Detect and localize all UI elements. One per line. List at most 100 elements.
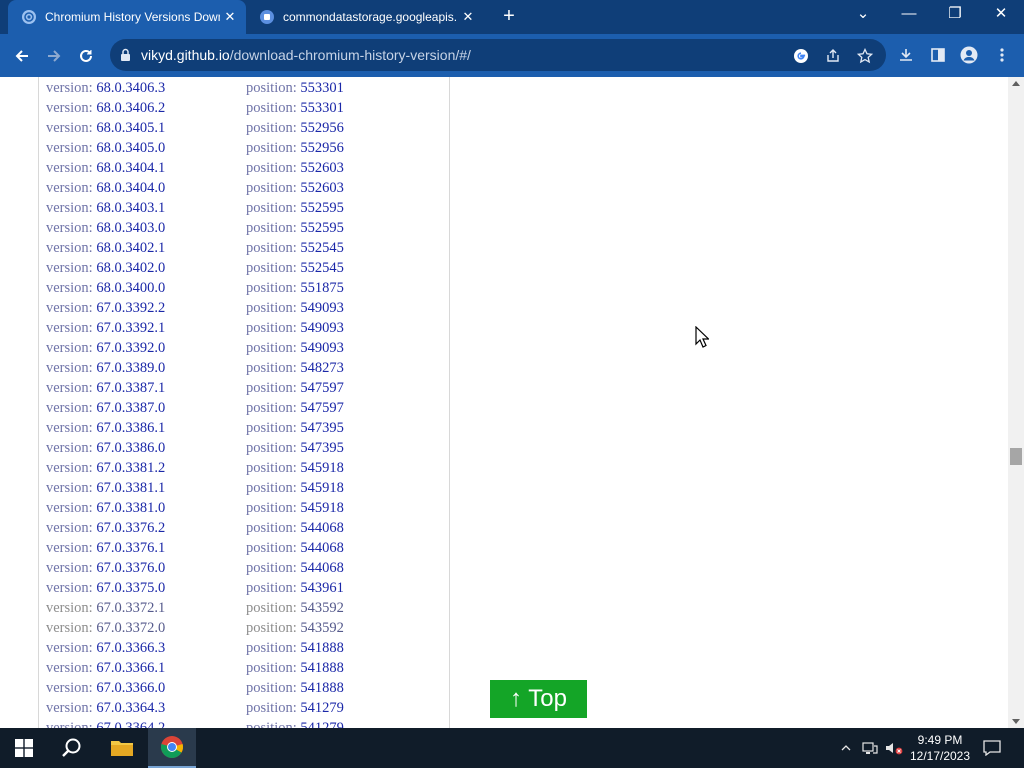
position-entry[interactable]: position: 553301 (246, 98, 344, 118)
share-icon[interactable] (822, 45, 844, 67)
position-value[interactable]: 545918 (300, 500, 344, 516)
version-entry[interactable]: version: 67.0.3387.0 (46, 398, 165, 418)
version-row[interactable]: version: 67.0.3375.0 position: 543961 (46, 578, 406, 598)
position-value[interactable]: 541888 (300, 680, 344, 696)
version-entry[interactable]: version: 67.0.3376.2 (46, 518, 165, 538)
version-value[interactable]: 68.0.3402.1 (96, 240, 165, 256)
position-entry[interactable]: position: 549093 (246, 298, 344, 318)
notification-center-icon[interactable] (980, 728, 1004, 768)
version-value[interactable]: 67.0.3387.1 (96, 380, 165, 396)
version-value[interactable]: 68.0.3405.0 (96, 140, 165, 156)
position-value[interactable]: 553301 (300, 80, 344, 96)
position-entry[interactable]: position: 547395 (246, 418, 344, 438)
position-value[interactable]: 541888 (300, 660, 344, 676)
position-entry[interactable]: position: 548273 (246, 358, 344, 378)
version-row[interactable]: version: 67.0.3386.0 position: 547395 (46, 438, 406, 458)
position-entry[interactable]: position: 549093 (246, 338, 344, 358)
position-entry[interactable]: position: 553301 (246, 78, 344, 98)
vertical-scrollbar[interactable] (1008, 77, 1024, 728)
reload-button[interactable] (73, 43, 99, 69)
version-value[interactable]: 67.0.3376.2 (96, 520, 165, 536)
taskbar-clock[interactable]: 9:49 PM 12/17/2023 (904, 732, 976, 764)
position-value[interactable]: 549093 (300, 300, 344, 316)
version-row[interactable]: version: 68.0.3405.1 position: 552956 (46, 118, 406, 138)
position-entry[interactable]: position: 543961 (246, 578, 344, 598)
position-entry[interactable]: position: 544068 (246, 518, 344, 538)
position-value[interactable]: 544068 (300, 560, 344, 576)
version-value[interactable]: 67.0.3376.1 (96, 540, 165, 556)
version-value[interactable]: 67.0.3381.1 (96, 480, 165, 496)
position-entry[interactable]: position: 541888 (246, 638, 344, 658)
version-row[interactable]: version: 68.0.3403.0 position: 552595 (46, 218, 406, 238)
version-row[interactable]: version: 67.0.3376.1 position: 544068 (46, 538, 406, 558)
position-entry[interactable]: position: 547597 (246, 398, 344, 418)
position-value[interactable]: 552545 (300, 260, 344, 276)
close-window-button[interactable]: ✕ (978, 0, 1024, 30)
version-entry[interactable]: version: 68.0.3402.1 (46, 238, 165, 258)
position-entry[interactable]: position: 544068 (246, 538, 344, 558)
position-value[interactable]: 543592 (300, 620, 344, 636)
version-row[interactable]: version: 67.0.3381.1 position: 545918 (46, 478, 406, 498)
version-row[interactable]: version: 67.0.3392.1 position: 549093 (46, 318, 406, 338)
position-entry[interactable]: position: 549093 (246, 318, 344, 338)
forward-button[interactable] (41, 43, 67, 69)
version-row[interactable]: version: 67.0.3376.2 position: 544068 (46, 518, 406, 538)
version-entry[interactable]: version: 67.0.3392.1 (46, 318, 165, 338)
position-value[interactable]: 552956 (300, 140, 344, 156)
version-entry[interactable]: version: 67.0.3364.3 (46, 698, 165, 718)
version-row[interactable]: version: 67.0.3366.1 position: 541888 (46, 658, 406, 678)
position-value[interactable]: 552603 (300, 160, 344, 176)
version-row[interactable]: version: 68.0.3405.0 position: 552956 (46, 138, 406, 158)
tab-close-icon[interactable]: ✕ (220, 9, 240, 25)
version-value[interactable]: 67.0.3392.1 (96, 320, 165, 336)
side-panel-icon[interactable] (927, 44, 949, 66)
position-entry[interactable]: position: 552545 (246, 258, 344, 278)
version-row[interactable]: version: 67.0.3366.3 position: 541888 (46, 638, 406, 658)
version-value[interactable]: 68.0.3406.3 (96, 80, 165, 96)
version-value[interactable]: 67.0.3375.0 (96, 580, 165, 596)
version-row[interactable]: version: 67.0.3376.0 position: 544068 (46, 558, 406, 578)
version-value[interactable]: 68.0.3402.0 (96, 260, 165, 276)
version-entry[interactable]: version: 68.0.3404.1 (46, 158, 165, 178)
version-entry[interactable]: version: 68.0.3405.0 (46, 138, 165, 158)
version-value[interactable]: 68.0.3400.0 (96, 280, 165, 296)
version-row[interactable]: version: 67.0.3392.2 position: 549093 (46, 298, 406, 318)
position-value[interactable]: 551875 (300, 280, 344, 296)
position-entry[interactable]: position: 552545 (246, 238, 344, 258)
version-value[interactable]: 67.0.3381.0 (96, 500, 165, 516)
version-value[interactable]: 67.0.3366.1 (96, 660, 165, 676)
version-value[interactable]: 68.0.3404.0 (96, 180, 165, 196)
version-row[interactable]: version: 68.0.3406.3 position: 553301 (46, 78, 406, 98)
profile-avatar-icon[interactable] (958, 44, 980, 66)
position-value[interactable]: 553301 (300, 100, 344, 116)
version-row[interactable]: version: 67.0.3386.1 position: 547395 (46, 418, 406, 438)
version-entry[interactable]: version: 67.0.3366.1 (46, 658, 165, 678)
position-entry[interactable]: position: 545918 (246, 498, 344, 518)
position-value[interactable]: 547395 (300, 420, 344, 436)
version-row[interactable]: version: 68.0.3404.1 position: 552603 (46, 158, 406, 178)
position-value[interactable]: 543592 (300, 600, 344, 616)
version-value[interactable]: 67.0.3372.0 (96, 620, 165, 636)
position-entry[interactable]: position: 547597 (246, 378, 344, 398)
version-entry[interactable]: version: 67.0.3372.1 (46, 598, 165, 618)
version-entry[interactable]: version: 67.0.3392.2 (46, 298, 165, 318)
version-row[interactable]: version: 67.0.3381.0 position: 545918 (46, 498, 406, 518)
version-row[interactable]: version: 67.0.3387.1 position: 547597 (46, 378, 406, 398)
version-value[interactable]: 67.0.3366.0 (96, 680, 165, 696)
version-value[interactable]: 67.0.3392.0 (96, 340, 165, 356)
position-value[interactable]: 549093 (300, 320, 344, 336)
position-entry[interactable]: position: 552956 (246, 138, 344, 158)
version-entry[interactable]: version: 68.0.3403.0 (46, 218, 165, 238)
version-entry[interactable]: version: 68.0.3400.0 (46, 278, 165, 298)
version-row[interactable]: version: 67.0.3364.2 position: 541279 (46, 718, 406, 728)
version-row[interactable]: version: 67.0.3392.0 position: 549093 (46, 338, 406, 358)
position-entry[interactable]: position: 552603 (246, 158, 344, 178)
position-entry[interactable]: position: 547395 (246, 438, 344, 458)
version-entry[interactable]: version: 67.0.3375.0 (46, 578, 165, 598)
version-row[interactable]: version: 67.0.3389.0 position: 548273 (46, 358, 406, 378)
address-bar[interactable]: vikyd.github.io/download-chromium-histor… (110, 39, 886, 71)
tab-search-dropdown-icon[interactable]: ⌄ (840, 0, 886, 30)
version-value[interactable]: 67.0.3386.1 (96, 420, 165, 436)
new-tab-button[interactable]: + (498, 5, 520, 27)
position-value[interactable]: 544068 (300, 520, 344, 536)
